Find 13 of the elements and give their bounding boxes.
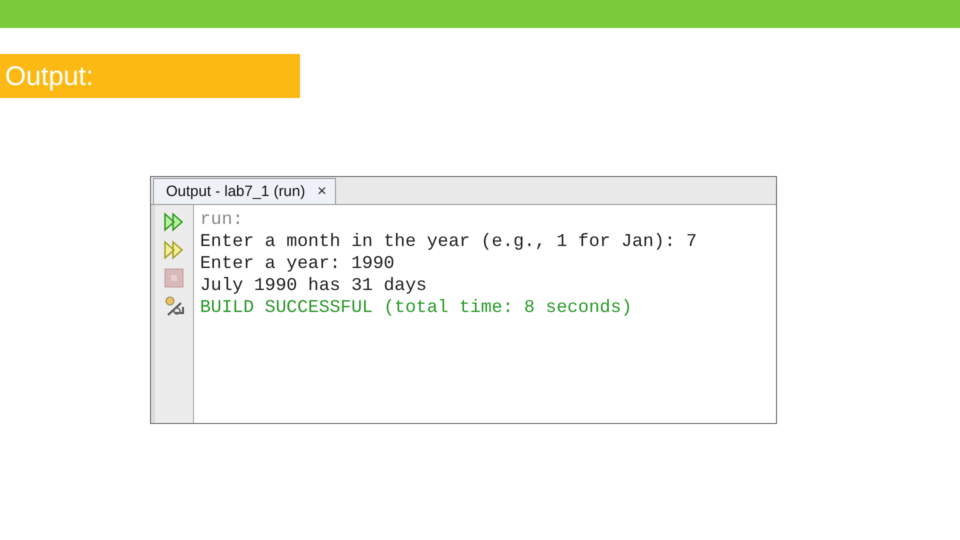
stop-icon[interactable] [163,267,185,289]
tab-label: Output - lab7_1 (run) [166,183,306,200]
tools-icon[interactable] [163,295,185,317]
output-line: Enter a month in the year (e.g., 1 for Jan): 7 [200,231,697,253]
output-line: Enter a year: 1990 [200,253,396,275]
output-line: July 1990 has 31 days [200,275,428,297]
close-button[interactable]: × [317,182,327,200]
output-line: run: [200,209,244,231]
rerun-icon[interactable] [163,211,185,233]
rerun-icon[interactable] [163,239,185,261]
output-line: BUILD SUCCESSFUL (total time: 8 seconds) [200,297,634,319]
slide-heading: Output: [0,54,300,98]
output-tab[interactable]: Output - lab7_1 (run) × [153,178,336,204]
